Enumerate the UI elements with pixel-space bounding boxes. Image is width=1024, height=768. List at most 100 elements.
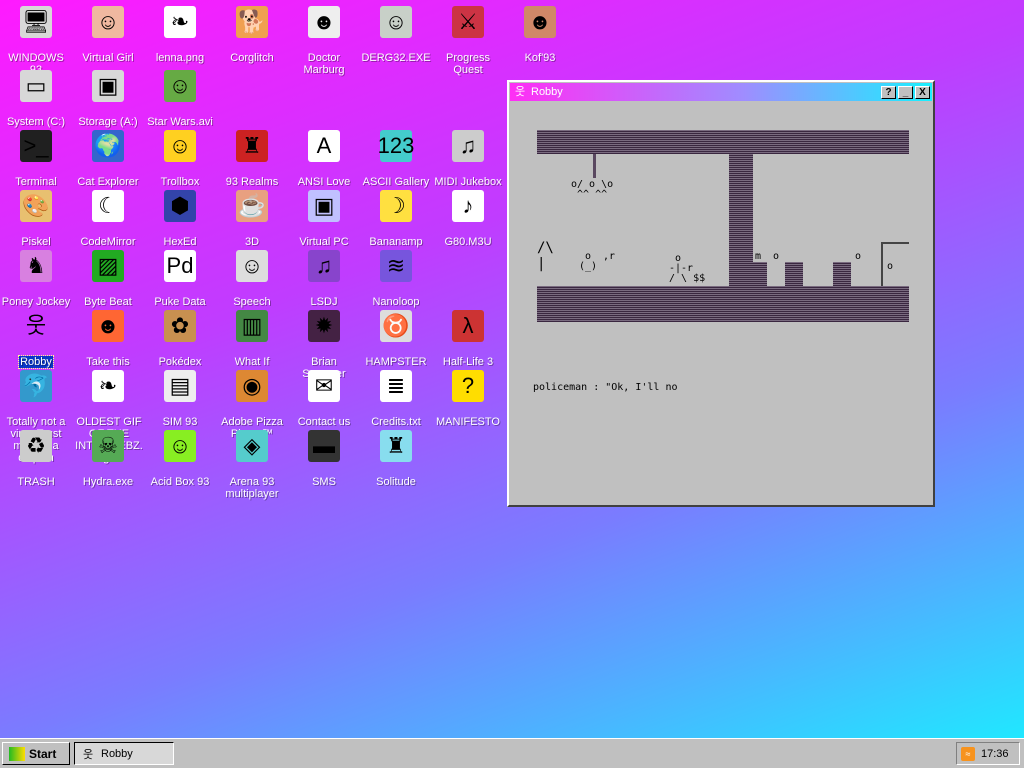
desktop-icon-image: ▭ bbox=[20, 70, 52, 102]
desktop-icon-hydra-exe[interactable]: ☠ Hydra.exe bbox=[72, 426, 144, 488]
floor-platform bbox=[537, 286, 909, 322]
desktop-icon-midi-jukebox[interactable]: ♫ MIDI Jukebox bbox=[432, 126, 504, 188]
desktop-icon-sim-93[interactable]: ▤ SIM 93 bbox=[144, 366, 216, 428]
desktop-icon-poney-jockey[interactable]: ♞ Poney Jockey bbox=[0, 246, 72, 308]
desktop-icon-image: ▤ bbox=[164, 370, 196, 402]
desktop-icon-image: >_ bbox=[20, 130, 52, 162]
taskbar: Start 웃 Robby ≈ 17:36 bbox=[0, 738, 1024, 768]
desktop-icon-byte-beat[interactable]: ▨ Byte Beat bbox=[72, 246, 144, 308]
desktop-icon-3d[interactable]: ☕ 3D bbox=[216, 186, 288, 248]
desktop-icon-image: ☻ bbox=[308, 6, 340, 38]
desktop-icon-image: ♞ bbox=[20, 250, 52, 282]
robby-window[interactable]: 웃 Robby ? _ X o/ o \o ^^ ^^ /\ | o (_) ,… bbox=[507, 80, 935, 507]
desktop-icon-pok-dex[interactable]: ✿ Pokédex bbox=[144, 306, 216, 368]
desktop-icon-cat-explorer[interactable]: 🌍 Cat Explorer bbox=[72, 126, 144, 188]
desktop-icon-half-life-3[interactable]: λ Half-Life 3 bbox=[432, 306, 504, 368]
desktop-icon-hexed[interactable]: ⬢ HexEd bbox=[144, 186, 216, 248]
desktop-icon-windows-93[interactable]: 🖥WINDOWS 93 bbox=[0, 2, 72, 76]
desktop-icon-image: ♻ bbox=[20, 430, 52, 462]
start-button[interactable]: Start bbox=[2, 742, 70, 765]
desktop-icon-image: ❧ bbox=[92, 370, 124, 402]
desktop-icon-storage-a[interactable]: ▣ Storage (A:) bbox=[72, 66, 144, 128]
desktop-icon-ascii-gallery[interactable]: 123 ASCII Gallery bbox=[360, 126, 432, 188]
desktop-icon-credits-txt[interactable]: ≣ Credits.txt bbox=[360, 366, 432, 428]
desktop-icon-take-this[interactable]: ☻ Take this bbox=[72, 306, 144, 368]
hanging-rope bbox=[593, 154, 596, 178]
desktop-icon-g80-m3u[interactable]: ♪ G80.M3U bbox=[432, 186, 504, 248]
desktop-icon-image: ☺ bbox=[380, 6, 412, 38]
desktop-icon-kof-93[interactable]: ☻ Kof'93 bbox=[504, 2, 576, 64]
desktop-icon-hampster[interactable]: ♉ HAMPSTER bbox=[360, 306, 432, 368]
system-tray: ≈ 17:36 bbox=[956, 742, 1020, 765]
desktop-icon-trash[interactable]: ♻ TRASH bbox=[0, 426, 72, 488]
desktop-icon-93-realms[interactable]: ♜ 93 Realms bbox=[216, 126, 288, 188]
desktop-icon-contact-us[interactable]: ✉ Contact us bbox=[288, 366, 360, 428]
desktop-icon-label: lenna.png bbox=[155, 52, 205, 64]
window-title: Robby bbox=[531, 86, 563, 98]
pillar bbox=[729, 154, 753, 286]
desktop-icon-puke-data[interactable]: Pd Puke Data bbox=[144, 246, 216, 308]
desktop-icon-image: 🎨 bbox=[20, 190, 52, 222]
desktop-icon-label: Solitude bbox=[376, 476, 416, 488]
desktop-icon-image: ≋ bbox=[380, 250, 412, 282]
desktop-icon-image: ☺ bbox=[164, 70, 196, 102]
desktop-icon-image: ▣ bbox=[92, 70, 124, 102]
desktop-icon-image: ▣ bbox=[308, 190, 340, 222]
desktop-icon-label: MANIFESTO bbox=[436, 416, 500, 428]
desktop-icon-bananamp[interactable]: ☽ Bananamp bbox=[360, 186, 432, 248]
desktop-icon-arena-93-multiplayer[interactable]: ◈ Arena 93 multiplayer bbox=[216, 426, 288, 500]
desktop-icon-adobe-pizza-player[interactable]: ◉Adobe Pizza Player™ bbox=[216, 366, 288, 440]
taskbar-item-robby[interactable]: 웃 Robby bbox=[74, 742, 174, 765]
desktop-icon-ansi-love[interactable]: A ANSI Love bbox=[288, 126, 360, 188]
desktop-icon-image: A bbox=[308, 130, 340, 162]
desktop-icon-trollbox[interactable]: ☺ Trollbox bbox=[144, 126, 216, 188]
desktop-icon-star-wars-avi[interactable]: ☺ Star Wars.avi bbox=[144, 66, 216, 128]
desktop-icon-system-c[interactable]: ▭ System (C:) bbox=[0, 66, 72, 128]
desktop-icon-derg32-exe[interactable]: ☺ DERG32.EXE bbox=[360, 2, 432, 64]
desktop-icon-image: ☺ bbox=[92, 6, 124, 38]
minimize-button[interactable]: _ bbox=[898, 85, 913, 99]
desktop-icon-nanoloop[interactable]: ≋ Nanoloop bbox=[360, 246, 432, 308]
close-button[interactable]: X bbox=[915, 85, 930, 99]
desktop-icon-image: ▥ bbox=[236, 310, 268, 342]
desktop-icon-brian-sweeper[interactable]: ✹Brian Sweeper bbox=[288, 306, 360, 380]
desktop-icon-doctor-marburg[interactable]: ☻ Doctor Marburg bbox=[288, 2, 360, 76]
desktop-icon-robby[interactable]: 웃 Robby bbox=[0, 306, 72, 369]
desktop-icon-image: 🌍 bbox=[92, 130, 124, 162]
desktop-icon-image: 🐬 bbox=[20, 370, 52, 402]
help-button[interactable]: ? bbox=[881, 85, 896, 99]
desktop-icon-oldest-gif-of-the-interwebz-gif[interactable]: ❧OLDEST GIF OF THE INTERWEBZ.gif bbox=[72, 366, 144, 464]
rss-icon[interactable]: ≈ bbox=[961, 746, 975, 761]
npc-group: m o bbox=[755, 251, 780, 262]
windows93-logo-icon bbox=[9, 746, 25, 761]
desktop-icon-image: 🖥 bbox=[20, 6, 52, 38]
tree-left: /\ | bbox=[537, 240, 554, 272]
window-titlebar[interactable]: 웃 Robby ? _ X bbox=[510, 83, 932, 101]
desktop-icon-virtual-pc[interactable]: ▣ Virtual PC bbox=[288, 186, 360, 248]
desktop-icon-what-if[interactable]: ▥ What If bbox=[216, 306, 288, 368]
desktop-icon-codemirror[interactable]: ☾ CodeMirror bbox=[72, 186, 144, 248]
desktop-icon-acid-box-93[interactable]: ☺ Acid Box 93 bbox=[144, 426, 216, 488]
robby-app-icon: 웃 bbox=[514, 86, 526, 98]
game-canvas[interactable]: o/ o \o ^^ ^^ /\ | o (_) ,r o -|-r / \ $… bbox=[513, 106, 929, 501]
desktop-icon-speech[interactable]: ☺ Speech bbox=[216, 246, 288, 308]
desktop-icon-manifesto[interactable]: ? MANIFESTO bbox=[432, 366, 504, 428]
desktop-icon-image: ♫ bbox=[452, 130, 484, 162]
desktop-icon-image: 🐕 bbox=[236, 6, 268, 38]
desktop-icon-image: ♉ bbox=[380, 310, 412, 342]
desktop-icon-label: G80.M3U bbox=[444, 236, 492, 248]
desktop-icon-lsdj[interactable]: ♫ LSDJ bbox=[288, 246, 360, 308]
desktop-icon-virtual-girl[interactable]: ☺ Virtual Girl bbox=[72, 2, 144, 64]
desktop-icon-solitude[interactable]: ♜ Solitude bbox=[360, 426, 432, 488]
desktop-icon-progress-quest[interactable]: ⚔ Progress Quest bbox=[432, 2, 504, 76]
robby-task-icon: 웃 bbox=[82, 748, 94, 761]
desktop-icon-totally-not-a-virus-trust-me-im-a-dolphin[interactable]: 🐬Totally not a virus.Trust me...im a dol… bbox=[0, 366, 72, 464]
desktop-icon-lenna-png[interactable]: ❧ lenna.png bbox=[144, 2, 216, 64]
desktop-icon-terminal[interactable]: >_ Terminal bbox=[0, 126, 72, 188]
desktop-icon-image: ▨ bbox=[92, 250, 124, 282]
desktop-icon-corglitch[interactable]: 🐕 Corglitch bbox=[216, 2, 288, 64]
desktop-icon-piskel[interactable]: 🎨 Piskel bbox=[0, 186, 72, 248]
desktop-icon-sms[interactable]: ▬ SMS bbox=[288, 426, 360, 488]
dialog-text: policeman : "Ok, I'll no bbox=[533, 382, 678, 393]
desktop-icon-label: Progress Quest bbox=[445, 52, 491, 76]
